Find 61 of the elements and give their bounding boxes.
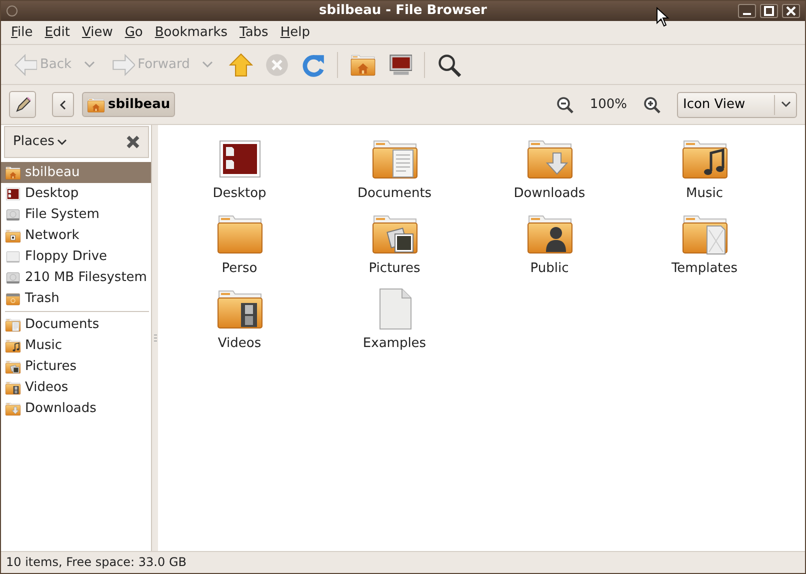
- zoom-in-icon[interactable]: [643, 96, 661, 114]
- sidebar-item[interactable]: Desktop: [1, 183, 151, 204]
- caret-icon[interactable]: [780, 101, 790, 108]
- edit-location-button[interactable]: [9, 91, 36, 118]
- file-name[interactable]: Pictures: [368, 259, 420, 278]
- menu-item[interactable]: View: [76, 21, 119, 44]
- sidebar-item[interactable]: Trash: [1, 288, 151, 309]
- chevron-left-icon[interactable]: [59, 100, 67, 110]
- sidebar-item[interactable]: Pictures: [1, 356, 151, 377]
- file-name[interactable]: Downloads: [514, 184, 586, 204]
- music-folder-icon: [5, 338, 21, 354]
- path-back-button[interactable]: [52, 92, 74, 117]
- menu-item[interactable]: Help: [274, 21, 316, 44]
- downloads-folder-icon: [5, 400, 21, 416]
- file-name[interactable]: Desktop: [212, 184, 266, 204]
- file-name[interactable]: Music: [686, 184, 723, 204]
- sidebar-item[interactable]: Music: [1, 335, 151, 356]
- window-title: sbilbeau - File Browser: [319, 2, 487, 20]
- file-name[interactable]: Public: [530, 259, 569, 278]
- trash-icon: [5, 290, 21, 306]
- pictures-folder-icon: [5, 358, 21, 374]
- file-name[interactable]: Videos: [218, 334, 262, 354]
- reload-icon[interactable]: [300, 52, 325, 76]
- pencil-icon[interactable]: [14, 96, 32, 114]
- floppy-drive-icon: [5, 248, 21, 264]
- sidebar-item[interactable]: Floppy Drive: [1, 246, 151, 267]
- home-folder-icon: [5, 164, 21, 180]
- menu-item[interactable]: Edit: [38, 21, 76, 44]
- film-folder-icon: [5, 380, 21, 396]
- window-menu-icon[interactable]: [6, 5, 18, 17]
- file-name[interactable]: Templates: [671, 259, 738, 278]
- zoom-level: 100%: [590, 96, 627, 114]
- sidebar-item[interactable]: Videos: [1, 377, 151, 398]
- desktop-icon: [5, 186, 21, 202]
- home-folder-icon: [87, 96, 105, 114]
- menu-item[interactable]: File: [5, 21, 39, 44]
- mouse-cursor-icon: [656, 7, 670, 27]
- file-name[interactable]: Examples: [362, 334, 426, 354]
- menu-item[interactable]: Bookmarks: [148, 21, 234, 44]
- sidebar-item[interactable]: Downloads: [1, 398, 151, 419]
- computer-icon[interactable]: [388, 52, 412, 76]
- network-folder-icon: [5, 228, 21, 244]
- sidebar-item[interactable]: sbilbeau: [1, 162, 151, 183]
- caret-icon[interactable]: [57, 138, 68, 146]
- sidebar-item[interactable]: Network: [1, 225, 151, 246]
- search-icon[interactable]: [436, 52, 461, 76]
- zoom-out-icon[interactable]: [556, 96, 574, 114]
- menu-item[interactable]: Tabs: [234, 21, 274, 44]
- splitter-handle-icon[interactable]: [154, 334, 156, 342]
- sidebar-item[interactable]: Documents: [1, 314, 151, 335]
- documents-folder-icon: [5, 316, 21, 332]
- view-mode-dropdown[interactable]: Icon View: [677, 92, 797, 118]
- close-icon[interactable]: [126, 135, 140, 149]
- path-button[interactable]: sbilbeau: [82, 92, 176, 117]
- drive-icon: [5, 270, 21, 286]
- drive-icon: [5, 206, 21, 222]
- file-name[interactable]: Documents: [357, 184, 432, 204]
- sidebar-item[interactable]: File System: [1, 204, 151, 225]
- sidebar-item[interactable]: 210 MB Filesystem: [1, 267, 151, 288]
- file-name[interactable]: Perso: [222, 259, 258, 278]
- menu-item[interactable]: Go: [118, 21, 149, 44]
